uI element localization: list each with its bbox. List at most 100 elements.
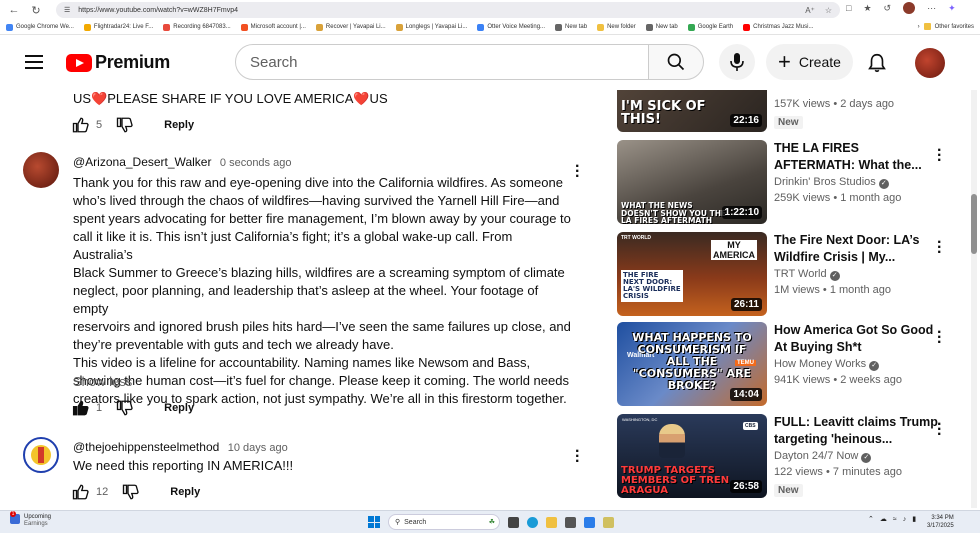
reply-button[interactable]: Reply <box>164 402 194 414</box>
search-button[interactable] <box>648 44 704 80</box>
cloud-icon[interactable]: ☁ <box>880 515 887 523</box>
store-icon[interactable] <box>584 516 595 528</box>
notifications-bell-icon[interactable] <box>866 52 888 74</box>
site-info-icon[interactable]: ☰ <box>64 6 70 14</box>
other-favorites-label: Other favorites <box>934 23 974 30</box>
video-title[interactable]: THE LA FIRES AFTERMATH: What the... <box>774 140 944 174</box>
widgets-icon <box>10 511 20 524</box>
video-item[interactable]: Walmart TEMU WHAT HAPPENS TO CONSUMERISM… <box>617 322 967 406</box>
channel-name: TRT World <box>774 268 827 280</box>
copilot-icon[interactable]: ✦ <box>948 3 956 14</box>
page-scrollbar[interactable] <box>971 90 977 508</box>
widgets-button[interactable]: Upcoming Earnings <box>10 511 51 528</box>
video-channel[interactable]: Drinkin' Bros Studios ✓ <box>774 174 944 190</box>
task-view-icon[interactable] <box>508 516 519 528</box>
volume-icon[interactable]: ♪ <box>903 516 907 523</box>
wifi-icon[interactable]: ≈ <box>893 516 897 523</box>
bookmark-7[interactable]: New tab <box>555 23 587 31</box>
video-thumbnail[interactable]: WASHINGTON, DC CBS TRUMP TARGETS MEMBERS… <box>617 414 767 498</box>
video-item[interactable]: TRT WORLD MY AMERICA THE FIRE NEXT DOOR:… <box>617 232 967 316</box>
reply-button[interactable]: Reply <box>164 119 194 131</box>
bookmark-11[interactable]: Christmas Jazz Musi... <box>743 23 813 31</box>
history-icon[interactable]: ↺ <box>884 3 892 14</box>
video-channel[interactable]: Dayton 24/7 Now ✓ <box>774 448 944 464</box>
thumbs-up-icon[interactable] <box>72 116 90 134</box>
bookmark-5[interactable]: Longlegs | Yavapai Li... <box>395 23 467 31</box>
scrollbar-thumb[interactable] <box>971 194 977 254</box>
taskbar-clock[interactable]: 3:34 PM 3/17/2025 <box>927 514 954 530</box>
account-avatar[interactable] <box>915 48 945 78</box>
address-bar[interactable]: ☰ https://www.youtube.com/watch?v=wWZ8H7… <box>56 2 840 18</box>
video-stats: 122 views • 7 minutes ago <box>774 466 902 478</box>
snipping-tool-icon[interactable] <box>603 516 614 528</box>
youtube-premium-logo[interactable]: Premium <box>66 52 170 73</box>
video-views: 259K views <box>774 192 831 204</box>
verified-icon: ✓ <box>869 361 880 371</box>
video-thumbnail[interactable]: TRT WORLD MY AMERICA THE FIRE NEXT DOOR:… <box>617 232 767 316</box>
other-favorites[interactable]: › Other favorites <box>918 23 974 30</box>
video-channel[interactable]: TRT World ✓ <box>774 266 944 282</box>
thumbs-down-icon[interactable] <box>116 116 134 134</box>
video-thumbnail[interactable]: Walmart TEMU WHAT HAPPENS TO CONSUMERISM… <box>617 322 767 406</box>
thumbs-down-icon[interactable] <box>116 399 134 417</box>
bookmark-4[interactable]: Recover | Yavapai Li... <box>315 23 386 31</box>
comment-avatar[interactable] <box>23 437 59 473</box>
video-more-icon[interactable]: · · · <box>937 143 942 169</box>
reply-button[interactable]: Reply <box>170 486 200 498</box>
windows-start-icon[interactable] <box>368 516 380 528</box>
comment-author[interactable]: @thejoehippensteelmethod <box>73 440 219 454</box>
video-title[interactable]: How America Got So Good At Buying Sh*t <box>774 322 944 356</box>
battery-icon[interactable]: ▮ <box>912 515 916 523</box>
bookmark-1[interactable]: Flightradar24: Live F... <box>83 23 153 31</box>
favorite-star-icon[interactable]: ☆ <box>825 6 832 15</box>
edge-icon[interactable] <box>527 516 538 528</box>
split-screen-icon[interactable]: □ <box>846 3 851 13</box>
video-item[interactable]: WASHINGTON, DC CBS TRUMP TARGETS MEMBERS… <box>617 414 967 498</box>
video-item[interactable]: I'M SICK OF THIS! 22:16 157K views • 2 d… <box>617 90 967 132</box>
comment-avatar[interactable] <box>23 152 59 188</box>
comment-more-icon[interactable]: · · · <box>575 159 580 185</box>
taskbar-search[interactable]: ⚲ Search ☘ <box>388 514 500 530</box>
video-thumbnail[interactable]: WHAT THE NEWS DOESN'T SHOW YOU THE LA FI… <box>617 140 767 224</box>
video-more-icon[interactable]: · · · <box>937 325 942 351</box>
favorites-icon[interactable]: ★ <box>863 3 871 14</box>
comment-time[interactable]: 0 seconds ago <box>220 157 292 169</box>
thumbs-up-filled-icon[interactable] <box>72 399 90 417</box>
video-title[interactable]: FULL: Leavitt claims Trump targeting 'hei… <box>774 414 944 448</box>
menu-icon[interactable] <box>25 55 43 69</box>
bookmark-6[interactable]: Otter Voice Meeting... <box>477 23 545 31</box>
show-less-button[interactable]: Show less <box>73 374 132 389</box>
thumbs-down-icon[interactable] <box>122 483 140 501</box>
voice-search-button[interactable] <box>719 44 755 80</box>
bookmark-2[interactable]: Recording 6847083... <box>163 23 231 31</box>
read-aloud-icon[interactable]: A⁺ <box>805 6 815 15</box>
video-thumbnail[interactable]: I'M SICK OF THIS! 22:16 <box>617 90 767 132</box>
bookmark-3[interactable]: Microsoft account |... <box>240 23 306 31</box>
bookmark-9[interactable]: New tab <box>645 23 678 31</box>
video-more-icon[interactable]: · · · <box>937 417 942 443</box>
video-channel[interactable]: How Money Works ✓ <box>774 356 944 372</box>
bookmark-0[interactable]: Google Chrome We... <box>6 23 74 31</box>
verified-icon: ✓ <box>829 271 840 281</box>
search-input[interactable]: Search <box>235 44 649 80</box>
video-item[interactable]: WHAT THE NEWS DOESN'T SHOW YOU THE LA FI… <box>617 140 967 224</box>
refresh-icon[interactable]: ↻ <box>28 2 44 18</box>
file-explorer-icon[interactable] <box>546 516 557 528</box>
comment-more-icon[interactable]: · · · <box>575 444 580 470</box>
back-icon[interactable]: ← <box>6 2 22 18</box>
create-button[interactable]: + Create <box>766 44 853 80</box>
video-more-icon[interactable]: · · · <box>937 235 942 261</box>
bookmark-8[interactable]: New folder <box>597 23 636 31</box>
thumbs-up-icon[interactable] <box>72 483 90 501</box>
calculator-icon[interactable] <box>565 516 576 528</box>
search-placeholder: Search <box>250 53 298 71</box>
more-menu-icon[interactable]: ⋯ <box>927 3 936 14</box>
comment-time[interactable]: 10 days ago <box>228 442 288 454</box>
bookmark-label: Google Earth <box>697 24 734 30</box>
video-title[interactable]: The Fire Next Door: LA’s Wildfire Crisis … <box>774 232 944 266</box>
tray-chevron-icon[interactable]: ⌃ <box>868 515 874 523</box>
bookmark-10[interactable]: Google Earth <box>687 23 734 31</box>
profile-avatar[interactable] <box>903 2 916 14</box>
video-age: 1 month ago <box>829 284 891 296</box>
comment-author[interactable]: @Arizona_Desert_Walker <box>73 155 211 169</box>
